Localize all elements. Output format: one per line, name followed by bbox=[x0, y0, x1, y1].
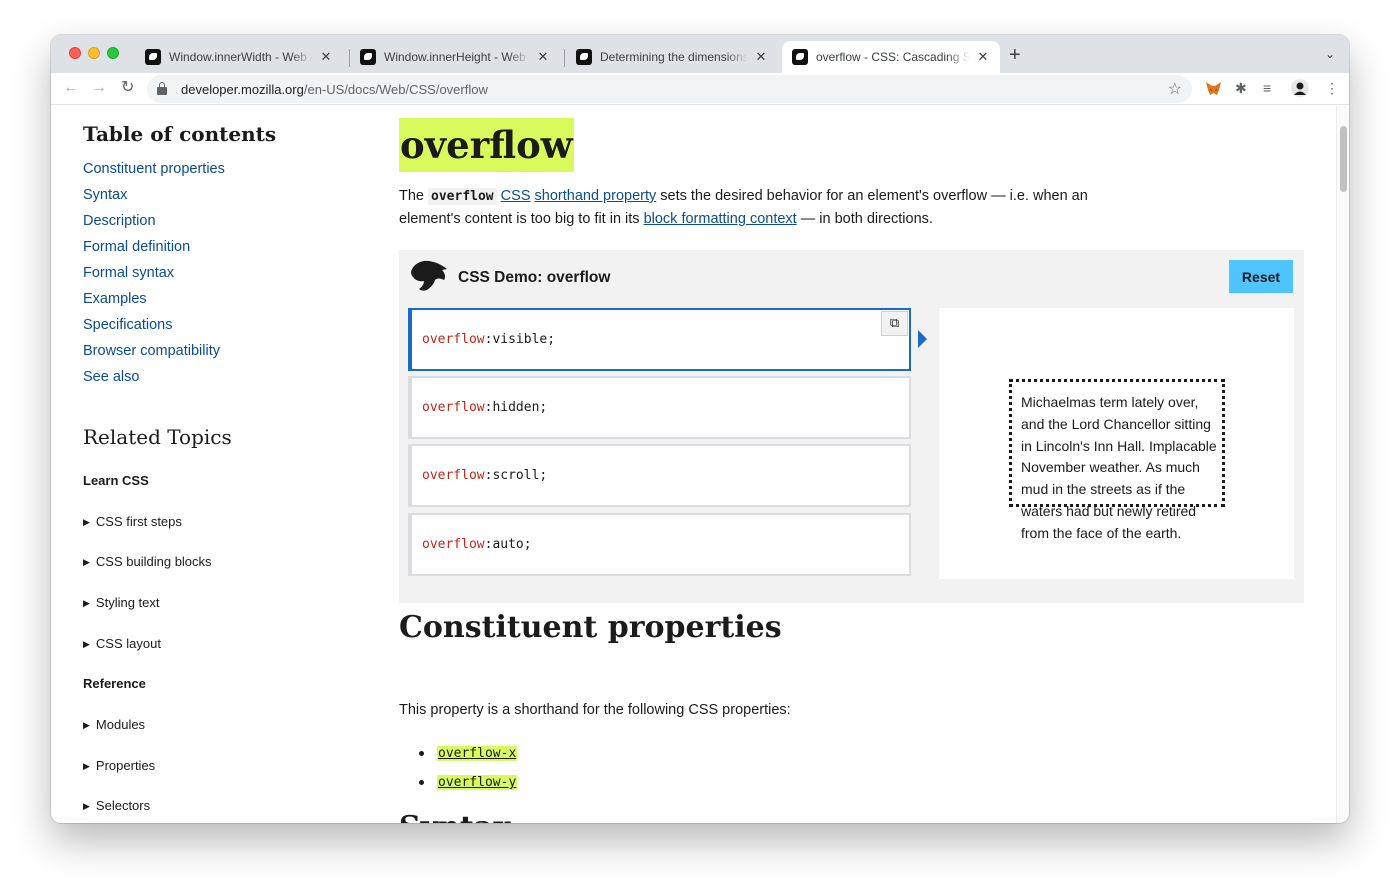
reload-icon[interactable]: ↻ bbox=[121, 79, 134, 97]
toc-link-see-also[interactable]: See also bbox=[83, 369, 139, 385]
extensions-puzzle-icon[interactable]: ✱ bbox=[1235, 80, 1247, 96]
block-formatting-context-link[interactable]: block formatting context bbox=[644, 211, 797, 227]
toc-link-examples[interactable]: Examples bbox=[83, 291, 147, 307]
toc-title: Table of contents bbox=[83, 122, 277, 146]
tab-3[interactable]: Determining the dimensions of ✕ bbox=[566, 41, 778, 73]
metamask-fox-icon[interactable] bbox=[1205, 81, 1222, 97]
browser-toolbar: ← → ↻ developer.mozilla.org/en-US/docs/W… bbox=[51, 73, 1349, 105]
bookmark-star-icon[interactable]: ☆ bbox=[1168, 79, 1182, 99]
overflow-demo-text: Michaelmas term lately over, and the Lor… bbox=[1021, 394, 1217, 541]
expand-triangle-icon: ▶ bbox=[83, 761, 90, 771]
tab-close-icon[interactable]: ✕ bbox=[319, 49, 333, 65]
tab-close-icon[interactable]: ✕ bbox=[976, 49, 990, 65]
url-path: /en-US/docs/Web/CSS/overflow bbox=[303, 81, 488, 97]
mdn-favicon-icon bbox=[360, 49, 376, 65]
page-content: Table of contents Constituent properties… bbox=[51, 106, 1336, 823]
tab-title: overflow - CSS: Cascading Sty bbox=[816, 50, 970, 64]
sidebar-item-css-layout[interactable]: ▶ CSS layout bbox=[83, 636, 161, 651]
tab-strip: Window.innerWidth - Web API ✕ Window.inn… bbox=[51, 35, 1349, 73]
tab-search-icon[interactable]: ⌄ bbox=[1325, 47, 1335, 61]
maximize-window-button[interactable] bbox=[107, 47, 119, 59]
play-arrow-icon bbox=[918, 330, 927, 348]
copy-clipboard-icon[interactable]: ⧉ bbox=[881, 311, 908, 336]
sidebar-item-properties[interactable]: ▶ Properties bbox=[83, 758, 155, 773]
tab-4-active[interactable]: overflow - CSS: Cascading Sty ✕ bbox=[782, 41, 1000, 73]
expand-triangle-icon: ▶ bbox=[83, 598, 90, 608]
demo-title: CSS Demo: overflow bbox=[458, 269, 611, 286]
tab-1[interactable]: Window.innerWidth - Web API ✕ bbox=[135, 41, 343, 73]
related-topics-title: Related Topics bbox=[83, 425, 232, 449]
expand-triangle-icon: ▶ bbox=[83, 801, 90, 811]
constituent-paragraph: This property is a shorthand for the fol… bbox=[399, 702, 791, 718]
browser-menu-icon[interactable]: ⋮ bbox=[1325, 80, 1339, 96]
expand-triangle-icon: ▶ bbox=[83, 557, 90, 567]
choice-overflow-hidden[interactable]: overflow: hidden; bbox=[408, 376, 911, 439]
choice-overflow-auto[interactable]: overflow: auto; bbox=[408, 513, 911, 576]
toc-link-formal-syntax[interactable]: Formal syntax bbox=[83, 265, 174, 281]
choice-overflow-visible[interactable]: overflow: visible; ⧉ bbox=[408, 308, 911, 371]
lock-icon[interactable] bbox=[157, 82, 167, 95]
sidebar-item-modules[interactable]: ▶ Modules bbox=[83, 717, 145, 732]
expand-triangle-icon: ▶ bbox=[83, 720, 90, 730]
scrollbar-thumb[interactable] bbox=[1340, 126, 1347, 192]
address-bar[interactable]: developer.mozilla.org/en-US/docs/Web/CSS… bbox=[147, 75, 1192, 103]
expand-triangle-icon: ▶ bbox=[83, 517, 90, 527]
toc-link-syntax[interactable]: Syntax bbox=[83, 187, 127, 203]
forward-icon[interactable]: → bbox=[91, 79, 107, 97]
overflow-y-link[interactable]: overflow-y bbox=[437, 775, 518, 790]
mdn-favicon-icon bbox=[576, 49, 592, 65]
mdn-favicon-icon bbox=[145, 49, 161, 65]
mdn-favicon-icon bbox=[792, 49, 808, 65]
css-demo-panel: CSS Demo: overflow Reset overflow: visib… bbox=[399, 250, 1304, 603]
toc-link-description[interactable]: Description bbox=[83, 213, 156, 229]
tab-title: Window.innerHeight - Web API bbox=[384, 50, 530, 64]
sidebar-item-selectors[interactable]: ▶ Selectors bbox=[83, 798, 150, 813]
sidebar-item-css-first-steps[interactable]: ▶ CSS first steps bbox=[83, 514, 182, 529]
reading-list-icon[interactable]: ≡ bbox=[1263, 80, 1271, 96]
syntax-heading: Syntax bbox=[399, 810, 511, 823]
learn-css-heading: Learn CSS bbox=[83, 473, 149, 488]
bullet-dot bbox=[419, 780, 424, 785]
page-scrollbar[interactable] bbox=[1336, 106, 1349, 823]
bullet-dot bbox=[419, 751, 424, 756]
browser-window: Window.innerWidth - Web API ✕ Window.inn… bbox=[51, 35, 1349, 823]
page-title: overflow bbox=[399, 118, 574, 172]
toc-link-browser-compatibility[interactable]: Browser compatibility bbox=[83, 343, 220, 359]
sidebar-item-css-building-blocks[interactable]: ▶ CSS building blocks bbox=[83, 554, 212, 569]
close-window-button[interactable] bbox=[69, 47, 81, 59]
tab-2[interactable]: Window.innerHeight - Web API ✕ bbox=[350, 41, 560, 73]
minimize-window-button[interactable] bbox=[88, 47, 100, 59]
reference-heading: Reference bbox=[83, 676, 146, 691]
toc-link-constituent-properties[interactable]: Constituent properties bbox=[83, 161, 225, 177]
new-tab-button[interactable]: + bbox=[1009, 45, 1021, 65]
choice-overflow-scroll[interactable]: overflow: scroll; bbox=[408, 444, 911, 507]
constituent-properties-heading: Constituent properties bbox=[399, 610, 782, 645]
inline-code: overflow bbox=[428, 188, 497, 205]
tab-close-icon[interactable]: ✕ bbox=[754, 49, 768, 65]
shorthand-property-link[interactable]: shorthand property bbox=[535, 188, 657, 204]
url-host: developer.mozilla.org bbox=[181, 81, 304, 97]
profile-avatar[interactable] bbox=[1291, 79, 1309, 97]
mdn-dino-logo-icon bbox=[411, 260, 447, 291]
tab-close-icon[interactable]: ✕ bbox=[536, 49, 550, 65]
toc-link-formal-definition[interactable]: Formal definition bbox=[83, 239, 190, 255]
expand-triangle-icon: ▶ bbox=[83, 639, 90, 649]
demo-output: Michaelmas term lately over, and the Lor… bbox=[939, 308, 1294, 579]
back-icon[interactable]: ← bbox=[63, 79, 79, 97]
tab-title: Window.innerWidth - Web API bbox=[169, 50, 313, 64]
tab-title: Determining the dimensions of bbox=[600, 50, 748, 64]
toc-link-specifications[interactable]: Specifications bbox=[83, 317, 172, 333]
reset-button[interactable]: Reset bbox=[1229, 260, 1293, 293]
tab-separator bbox=[564, 49, 565, 67]
css-link[interactable]: CSS bbox=[501, 188, 531, 204]
intro-paragraph: The overflow CSS shorthand property sets… bbox=[399, 188, 1088, 227]
overflow-x-link[interactable]: overflow-x bbox=[437, 746, 518, 761]
sidebar-item-styling-text[interactable]: ▶ Styling text bbox=[83, 595, 160, 610]
